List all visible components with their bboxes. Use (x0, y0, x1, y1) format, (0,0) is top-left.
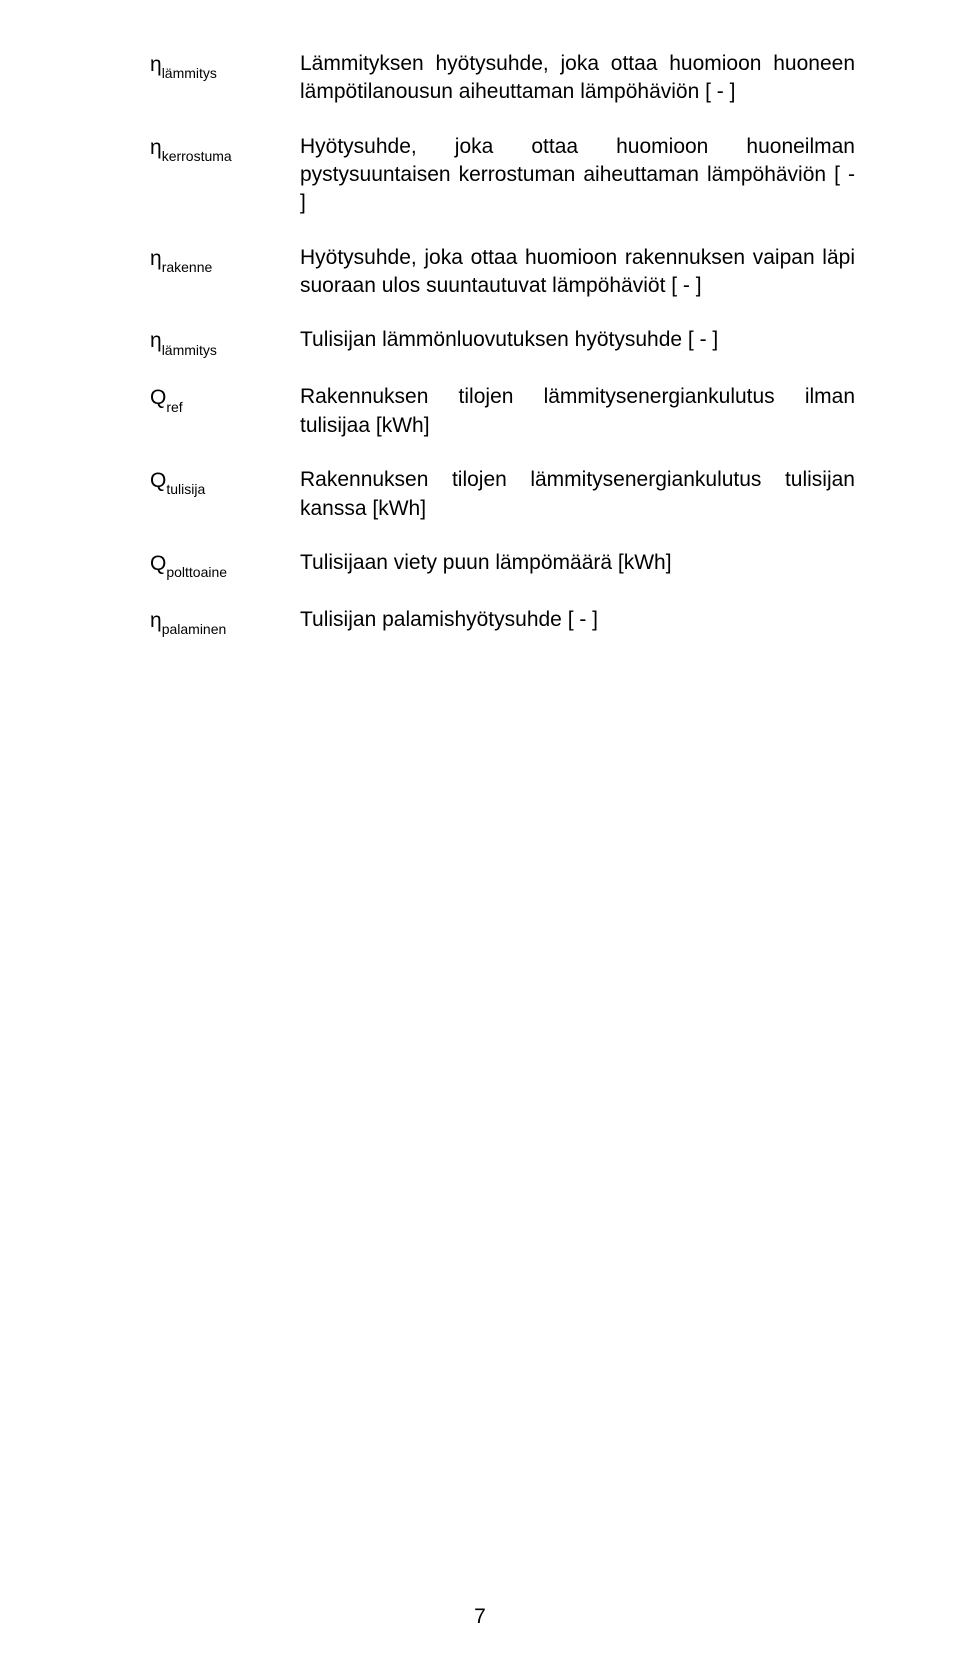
definition-row: Qref Rakennuksen tilojen lämmitysenergia… (150, 383, 855, 440)
term-definition: Rakennuksen tilojen lämmitysenergiankulu… (300, 466, 855, 523)
definition-row: ηrakenne Hyötysuhde, joka ottaa huomioon… (150, 244, 855, 301)
term-definition: Tulisijan palamishyötysuhde [ - ] (300, 606, 855, 634)
term-definition: Hyötysuhde, joka ottaa huomioon rakennuk… (300, 244, 855, 301)
term-definition: Tulisijan lämmönluovutuksen hyötysuhde [… (300, 326, 855, 354)
definition-row: ηkerrostuma Hyötysuhde, joka ottaa huomi… (150, 133, 855, 218)
term-symbol: ηlämmitys (150, 326, 300, 357)
definition-row: Qtulisija Rakennuksen tilojen lämmitysen… (150, 466, 855, 523)
term-sub: polttoaine (166, 564, 227, 580)
term-sub: kerrostuma (162, 148, 232, 164)
term-main: Q (150, 386, 166, 409)
term-definition: Rakennuksen tilojen lämmitysenergiankulu… (300, 383, 855, 440)
term-main: Q (150, 552, 166, 575)
term-symbol: Qpolttoaine (150, 549, 300, 580)
term-symbol: ηlämmitys (150, 50, 300, 81)
term-sub: tulisija (166, 481, 205, 497)
term-symbol: ηpalaminen (150, 606, 300, 637)
term-sub: lämmitys (162, 342, 217, 358)
term-sub: palaminen (162, 621, 227, 637)
term-main: η (150, 247, 162, 270)
page-container: ηlämmitys Lämmityksen hyötysuhde, joka o… (0, 0, 960, 1675)
page-number: 7 (0, 1605, 960, 1629)
term-main: Q (150, 469, 166, 492)
term-main: η (150, 53, 162, 76)
term-symbol: Qref (150, 383, 300, 414)
term-symbol: Qtulisija (150, 466, 300, 497)
definition-row: ηlämmitys Tulisijan lämmönluovutuksen hy… (150, 326, 855, 357)
term-definition: Tulisijaan viety puun lämpömäärä [kWh] (300, 549, 855, 577)
term-definition: Lämmityksen hyötysuhde, joka ottaa huomi… (300, 50, 855, 107)
term-sub: ref (166, 399, 182, 415)
term-definition: Hyötysuhde, joka ottaa huomioon huoneilm… (300, 133, 855, 218)
term-symbol: ηrakenne (150, 244, 300, 275)
term-symbol: ηkerrostuma (150, 133, 300, 164)
term-main: η (150, 136, 162, 159)
definition-row: Qpolttoaine Tulisijaan viety puun lämpöm… (150, 549, 855, 580)
term-sub: lämmitys (162, 65, 217, 81)
term-sub: rakenne (162, 259, 213, 275)
definition-row: ηpalaminen Tulisijan palamishyötysuhde [… (150, 606, 855, 637)
term-main: η (150, 329, 162, 352)
term-main: η (150, 609, 162, 632)
definition-row: ηlämmitys Lämmityksen hyötysuhde, joka o… (150, 50, 855, 107)
